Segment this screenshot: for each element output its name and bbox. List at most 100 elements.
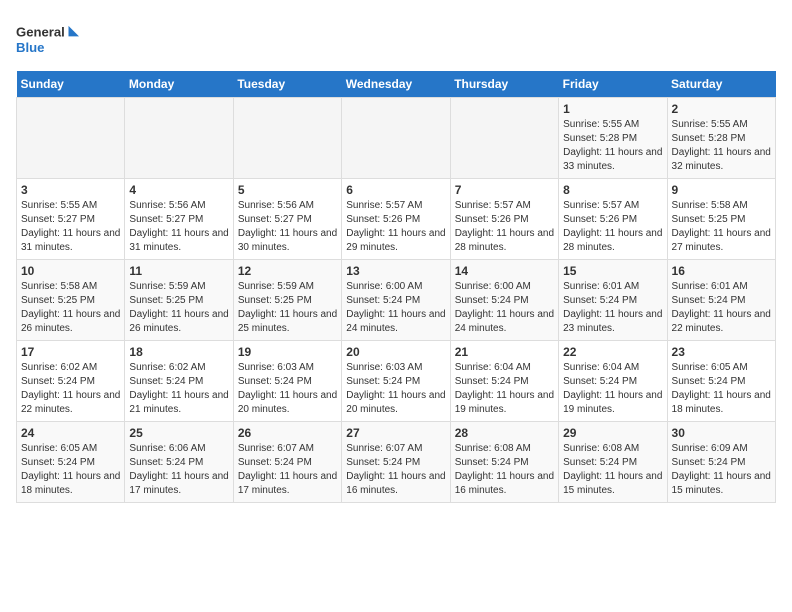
day-cell: 24 Sunrise: 6:05 AMSunset: 5:24 PMDayligh… bbox=[17, 422, 125, 503]
day-info: Sunrise: 6:04 AMSunset: 5:24 PMDaylight:… bbox=[455, 361, 554, 417]
day-number: 19 bbox=[238, 345, 337, 359]
day-info: Sunrise: 5:57 AMSunset: 5:26 PMDaylight:… bbox=[563, 199, 662, 255]
calendar-table: SundayMondayTuesdayWednesdayThursdayFrid… bbox=[16, 71, 776, 503]
day-info: Sunrise: 6:01 AMSunset: 5:24 PMDaylight:… bbox=[563, 280, 662, 336]
day-number: 14 bbox=[455, 264, 554, 278]
day-cell: 12 Sunrise: 5:59 AMSunset: 5:25 PMDayligh… bbox=[233, 260, 341, 341]
day-info: Sunrise: 6:02 AMSunset: 5:24 PMDaylight:… bbox=[129, 361, 228, 417]
day-info: Sunrise: 6:02 AMSunset: 5:24 PMDaylight:… bbox=[21, 361, 120, 417]
day-cell: 6Sunrise: 5:57 AMSunset: 5:26 PMDaylight… bbox=[342, 179, 450, 260]
day-info: Sunrise: 6:01 AMSunset: 5:24 PMDaylight:… bbox=[672, 280, 771, 336]
day-number: 28 bbox=[455, 426, 554, 440]
weekday-header-wednesday: Wednesday bbox=[342, 71, 450, 98]
weekday-header-saturday: Saturday bbox=[667, 71, 775, 98]
week-row-4: 24 Sunrise: 6:05 AMSunset: 5:24 PMDayligh… bbox=[17, 422, 776, 503]
weekday-header-sunday: Sunday bbox=[17, 71, 125, 98]
day-info: Sunrise: 5:55 AMSunset: 5:28 PMDaylight:… bbox=[563, 118, 662, 174]
day-number: 18 bbox=[129, 345, 228, 359]
day-cell: 5Sunrise: 5:56 AMSunset: 5:27 PMDaylight… bbox=[233, 179, 341, 260]
day-info: Sunrise: 6:04 AMSunset: 5:24 PMDaylight:… bbox=[563, 361, 662, 417]
day-info: Sunrise: 6:00 AMSunset: 5:24 PMDaylight:… bbox=[346, 280, 445, 336]
day-info: Sunrise: 6:07 AMSunset: 5:24 PMDaylight:… bbox=[346, 442, 445, 498]
day-cell: 23 Sunrise: 6:05 AMSunset: 5:24 PMDayligh… bbox=[667, 341, 775, 422]
day-number: 16 bbox=[672, 264, 771, 278]
day-cell: 20 Sunrise: 6:03 AMSunset: 5:24 PMDayligh… bbox=[342, 341, 450, 422]
day-cell: 26 Sunrise: 6:07 AMSunset: 5:24 PMDayligh… bbox=[233, 422, 341, 503]
day-cell: 7 Sunrise: 5:57 AMSunset: 5:26 PMDaylight… bbox=[450, 179, 558, 260]
day-number: 20 bbox=[346, 345, 445, 359]
logo: General Blue bbox=[16, 16, 86, 61]
day-cell: 15 Sunrise: 6:01 AMSunset: 5:24 PMDayligh… bbox=[559, 260, 667, 341]
day-cell: 10Sunrise: 5:58 AMSunset: 5:25 PMDayligh… bbox=[17, 260, 125, 341]
day-number: 7 bbox=[455, 183, 554, 197]
day-number: 2 bbox=[672, 102, 771, 116]
week-row-0: 1Sunrise: 5:55 AMSunset: 5:28 PMDaylight… bbox=[17, 98, 776, 179]
svg-text:Blue: Blue bbox=[16, 40, 44, 55]
day-cell: 9 Sunrise: 5:58 AMSunset: 5:25 PMDaylight… bbox=[667, 179, 775, 260]
day-cell: 2 Sunrise: 5:55 AMSunset: 5:28 PMDaylight… bbox=[667, 98, 775, 179]
day-number: 3 bbox=[21, 183, 120, 197]
day-info: Sunrise: 6:08 AMSunset: 5:24 PMDaylight:… bbox=[455, 442, 554, 498]
day-info: Sunrise: 5:57 AMSunset: 5:26 PMDaylight:… bbox=[455, 199, 554, 255]
day-cell: 3 Sunrise: 5:55 AMSunset: 5:27 PMDaylight… bbox=[17, 179, 125, 260]
day-number: 25 bbox=[129, 426, 228, 440]
day-cell bbox=[233, 98, 341, 179]
header: General Blue bbox=[16, 16, 776, 61]
day-cell: 8 Sunrise: 5:57 AMSunset: 5:26 PMDaylight… bbox=[559, 179, 667, 260]
day-number: 30 bbox=[672, 426, 771, 440]
week-row-1: 3 Sunrise: 5:55 AMSunset: 5:27 PMDaylight… bbox=[17, 179, 776, 260]
day-number: 6 bbox=[346, 183, 445, 197]
day-number: 23 bbox=[672, 345, 771, 359]
day-number: 24 bbox=[21, 426, 120, 440]
day-info: Sunrise: 6:07 AMSunset: 5:24 PMDaylight:… bbox=[238, 442, 337, 498]
day-info: Sunrise: 6:03 AMSunset: 5:24 PMDaylight:… bbox=[346, 361, 445, 417]
day-info: Sunrise: 6:05 AMSunset: 5:24 PMDaylight:… bbox=[21, 442, 120, 498]
day-cell: 27 Sunrise: 6:07 AMSunset: 5:24 PMDayligh… bbox=[342, 422, 450, 503]
day-info: Sunrise: 6:03 AMSunset: 5:24 PMDaylight:… bbox=[238, 361, 337, 417]
day-number: 10 bbox=[21, 264, 120, 278]
weekday-header-monday: Monday bbox=[125, 71, 233, 98]
day-cell bbox=[450, 98, 558, 179]
weekday-header-friday: Friday bbox=[559, 71, 667, 98]
day-cell: 4Sunrise: 5:56 AMSunset: 5:27 PMDaylight… bbox=[125, 179, 233, 260]
day-cell: 22 Sunrise: 6:04 AMSunset: 5:24 PMDayligh… bbox=[559, 341, 667, 422]
day-info: Sunrise: 5:58 AMSunset: 5:25 PMDaylight:… bbox=[672, 199, 771, 255]
week-row-2: 10Sunrise: 5:58 AMSunset: 5:25 PMDayligh… bbox=[17, 260, 776, 341]
day-number: 8 bbox=[563, 183, 662, 197]
day-cell: 28 Sunrise: 6:08 AMSunset: 5:24 PMDayligh… bbox=[450, 422, 558, 503]
day-cell: 11 Sunrise: 5:59 AMSunset: 5:25 PMDayligh… bbox=[125, 260, 233, 341]
day-cell: 13 Sunrise: 6:00 AMSunset: 5:24 PMDayligh… bbox=[342, 260, 450, 341]
weekday-header-row: SundayMondayTuesdayWednesdayThursdayFrid… bbox=[17, 71, 776, 98]
day-cell: 19 Sunrise: 6:03 AMSunset: 5:24 PMDayligh… bbox=[233, 341, 341, 422]
day-cell: 1Sunrise: 5:55 AMSunset: 5:28 PMDaylight… bbox=[559, 98, 667, 179]
day-cell: 18 Sunrise: 6:02 AMSunset: 5:24 PMDayligh… bbox=[125, 341, 233, 422]
logo-svg: General Blue bbox=[16, 16, 86, 61]
day-number: 26 bbox=[238, 426, 337, 440]
day-cell: 29Sunrise: 6:08 AMSunset: 5:24 PMDayligh… bbox=[559, 422, 667, 503]
day-number: 4 bbox=[129, 183, 228, 197]
day-info: Sunrise: 6:05 AMSunset: 5:24 PMDaylight:… bbox=[672, 361, 771, 417]
weekday-header-tuesday: Tuesday bbox=[233, 71, 341, 98]
day-number: 15 bbox=[563, 264, 662, 278]
day-number: 12 bbox=[238, 264, 337, 278]
day-info: Sunrise: 6:00 AMSunset: 5:24 PMDaylight:… bbox=[455, 280, 554, 336]
day-number: 27 bbox=[346, 426, 445, 440]
day-info: Sunrise: 5:55 AMSunset: 5:28 PMDaylight:… bbox=[672, 118, 771, 174]
day-number: 13 bbox=[346, 264, 445, 278]
day-cell: 17 Sunrise: 6:02 AMSunset: 5:24 PMDayligh… bbox=[17, 341, 125, 422]
day-cell: 16 Sunrise: 6:01 AMSunset: 5:24 PMDayligh… bbox=[667, 260, 775, 341]
day-info: Sunrise: 5:59 AMSunset: 5:25 PMDaylight:… bbox=[129, 280, 228, 336]
day-number: 9 bbox=[672, 183, 771, 197]
day-info: Sunrise: 6:08 AMSunset: 5:24 PMDaylight:… bbox=[563, 442, 662, 498]
day-cell: 14 Sunrise: 6:00 AMSunset: 5:24 PMDayligh… bbox=[450, 260, 558, 341]
calendar-body: 1Sunrise: 5:55 AMSunset: 5:28 PMDaylight… bbox=[17, 98, 776, 503]
day-number: 22 bbox=[563, 345, 662, 359]
day-cell bbox=[125, 98, 233, 179]
day-info: Sunrise: 5:59 AMSunset: 5:25 PMDaylight:… bbox=[238, 280, 337, 336]
day-info: Sunrise: 5:55 AMSunset: 5:27 PMDaylight:… bbox=[21, 199, 120, 255]
calendar-header: SundayMondayTuesdayWednesdayThursdayFrid… bbox=[17, 71, 776, 98]
week-row-3: 17 Sunrise: 6:02 AMSunset: 5:24 PMDayligh… bbox=[17, 341, 776, 422]
day-number: 11 bbox=[129, 264, 228, 278]
day-info: Sunrise: 6:09 AMSunset: 5:24 PMDaylight:… bbox=[672, 442, 771, 498]
day-number: 17 bbox=[21, 345, 120, 359]
